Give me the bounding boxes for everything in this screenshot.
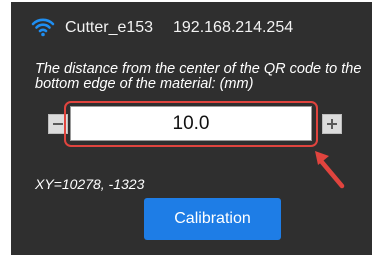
device-ip-address: 192.168.214.254 xyxy=(173,19,294,36)
annotation-arrow-icon xyxy=(315,151,345,189)
wifi-icon xyxy=(31,18,55,37)
distance-input[interactable] xyxy=(70,106,312,141)
device-name: Cutter_e153 xyxy=(65,19,154,36)
distance-instructions: The distance from the center of the QR c… xyxy=(35,61,362,92)
calibration-button[interactable]: Calibration xyxy=(144,198,281,240)
increment-button[interactable] xyxy=(322,114,342,134)
xy-coordinates: XY=10278, -1323 xyxy=(35,176,145,192)
calibration-panel: Cutter_e153 192.168.214.254 The distance… xyxy=(11,2,372,255)
